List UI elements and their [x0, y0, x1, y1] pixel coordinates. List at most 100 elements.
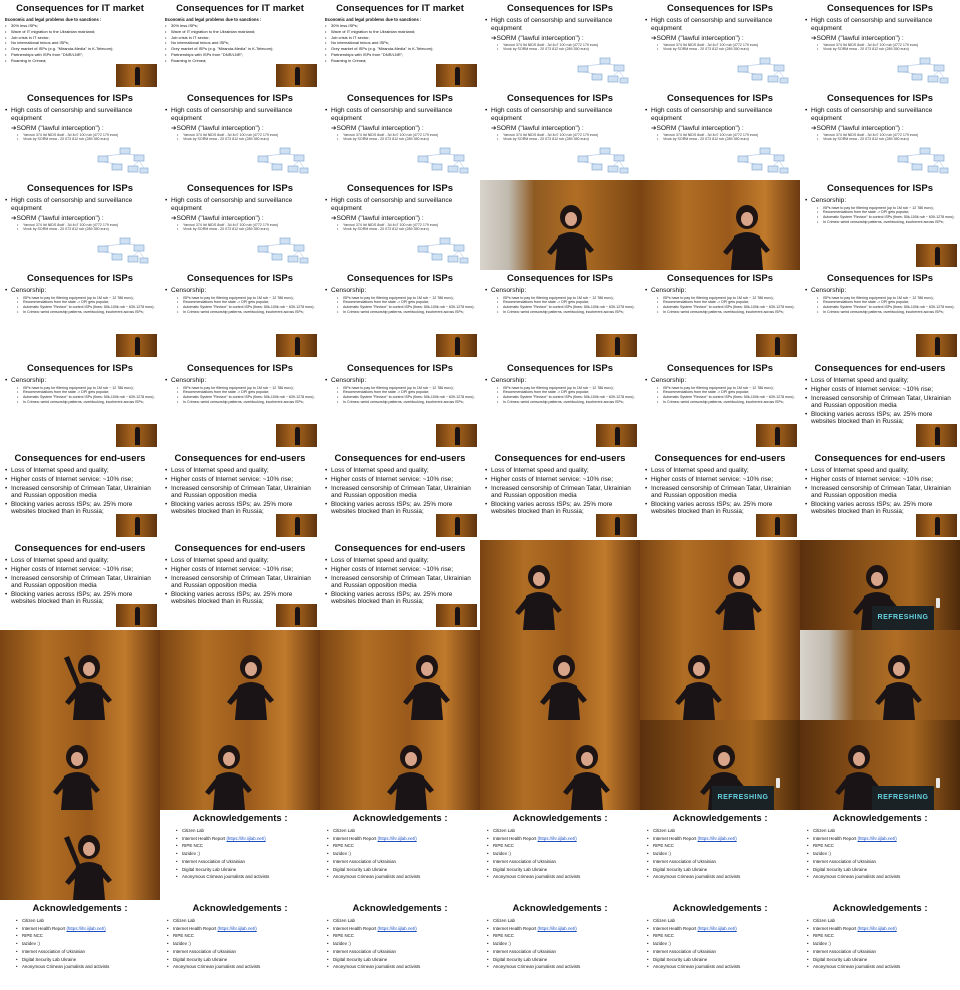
slide-acknowledgements: Acknowledgements : Citizen Lab Internet …	[800, 810, 960, 900]
speaker-photo-frame	[640, 540, 800, 630]
bullet-main: Censorship:	[805, 287, 955, 295]
slide-isp-surveillance: Consequences for ISPs High costs of cens…	[480, 90, 640, 180]
bullet-item: Loss of Internet speed and quality;	[165, 467, 315, 474]
bullet-item: Higher costs of Internet service: ~10% r…	[325, 566, 475, 573]
bullet-item: Increased censorship of Crimean Tatar, U…	[325, 575, 475, 589]
bullet-item: Higher costs of Internet service: ~10% r…	[485, 476, 635, 483]
speaker-figure-icon	[715, 565, 762, 630]
sub-bullet-list: Yarovoi 374 ltd NIDS 8odf - 3d 4o7 100 r…	[177, 223, 315, 231]
ack-item: Citizen Lab	[807, 917, 955, 925]
ihr-link[interactable]: (https://ihr.iijlab.net/)	[217, 926, 256, 931]
ack-item: Internet Health Report (https://ihr.iijl…	[807, 925, 955, 933]
speaker-figure-icon	[64, 655, 112, 720]
sorm-heading: SORM ("lawful interception") :	[325, 214, 475, 222]
speaker-figure-icon	[515, 565, 562, 630]
ihr-link[interactable]: (https://ihr.iijlab.net/)	[697, 836, 736, 841]
bullet-item: Increased censorship of Crimean Tatar, U…	[805, 395, 955, 409]
speaker-photo-frame: REFRESHING	[800, 540, 960, 630]
ack-item: RIPE NCC	[487, 932, 635, 940]
acknowledgement-list: Citizen Lab Internet Health Report (http…	[167, 917, 315, 971]
ack-item: Citizen Lab	[327, 917, 475, 925]
bullet-item: Increased censorship of Crimean Tatar, U…	[325, 485, 475, 499]
ack-item: RIPE NCC	[647, 842, 795, 850]
slide-end-users: Consequences for end-users Loss of Inter…	[800, 450, 960, 540]
slide-title: Consequences for ISPs	[506, 93, 614, 104]
slide-title: Consequences for ISPs	[186, 93, 294, 104]
bullet-main: High costs of censorship and surveillanc…	[645, 17, 795, 33]
ack-item: Digital Security Lab Ukraine	[487, 956, 635, 964]
slide-acknowledgements: Acknowledgements : Citizen Lab Internet …	[800, 900, 960, 990]
slide-title: Consequences for ISPs	[506, 363, 614, 374]
slide-end-users: Consequences for end-users Loss of Inter…	[0, 450, 160, 540]
slide-title: Acknowledgements :	[832, 813, 928, 824]
ihr-link[interactable]: (https://ihr.iijlab.net/)	[857, 926, 896, 931]
ihr-link[interactable]: (https://ihr.iijlab.net/)	[377, 926, 416, 931]
ihr-link[interactable]: (https://ihr.iijlab.net/)	[697, 926, 736, 931]
slide-title: Acknowledgements :	[672, 813, 768, 824]
slide-acknowledgements: Acknowledgements : Citizen Lab Internet …	[0, 900, 160, 990]
bullet-item: Higher costs of Internet service: ~10% r…	[165, 566, 315, 573]
slide-end-users: Consequences for end-users Loss of Inter…	[800, 360, 960, 450]
bullet-item: Loss of Internet speed and quality;	[805, 467, 955, 474]
acknowledgement-list: Citizen Lab Internet Health Report (http…	[327, 917, 475, 971]
speaker-thumbnail	[596, 514, 637, 537]
speaker-photo-frame	[160, 630, 320, 720]
ihr-link[interactable]: (https://ihr.iijlab.net/)	[226, 836, 265, 841]
speaker-photo-frame	[160, 720, 320, 810]
slide-isp-censorship: Consequences for ISPs Censorship: ISPs h…	[0, 360, 160, 450]
ihr-link[interactable]: (https://ihr.iijlab.net/)	[377, 836, 416, 841]
acknowledgement-list: Citizen Lab Internet Health Report (http…	[16, 917, 155, 971]
bullet-main: Censorship:	[485, 377, 635, 385]
bullet-main: High costs of censorship and surveillanc…	[325, 197, 475, 213]
ihr-link[interactable]: (https://ihr.iijlab.net/)	[537, 836, 576, 841]
bullet-item: Increased censorship of Crimean Tatar, U…	[5, 485, 155, 499]
slide-isp-surveillance: Consequences for ISPs High costs of cens…	[0, 180, 160, 270]
ack-item: Anonymous Crimean journalists and activi…	[647, 873, 795, 881]
sub-bullet-list: ISPs have to pay for filtering equipment…	[497, 386, 635, 405]
bullet-main: High costs of censorship and surveillanc…	[165, 197, 315, 213]
acknowledgement-list: Citizen Lab Internet Health Report (http…	[176, 827, 315, 881]
slide-it-market: Consequences for IT market Economic and …	[320, 0, 480, 90]
acknowledgement-list: Citizen Lab Internet Health Report (http…	[647, 917, 795, 971]
slide-title: Consequences for end-users	[174, 543, 306, 554]
bullet-item: Vivok by SORM mwa - 20 073 812 rub (289 …	[657, 47, 795, 51]
bullet-item: Increased censorship of Crimean Tatar, U…	[5, 575, 155, 589]
bullet-main: High costs of censorship and surveillanc…	[485, 107, 635, 123]
bullet-list: Loss of Internet speed and quality; Highe…	[805, 467, 955, 515]
bullet-item: Loss of Internet speed and quality;	[5, 467, 155, 474]
speaker-thumbnail	[116, 64, 157, 87]
slide-acknowledgements: Acknowledgements : Citizen Lab Internet …	[160, 900, 320, 990]
speaker-figure-icon	[53, 745, 100, 810]
slide-title: Acknowledgements :	[192, 813, 288, 824]
network-diagram-icon	[577, 57, 629, 84]
ack-item: Citizen Lab	[327, 827, 475, 835]
acknowledgement-list: Citizen Lab Internet Health Report (http…	[647, 827, 795, 881]
speaker-photo-frame	[480, 720, 640, 810]
speaker-thumbnail	[756, 334, 797, 357]
slide-end-users: Consequences for end-users Loss of Inter…	[160, 450, 320, 540]
bullet-main: High costs of censorship and surveillanc…	[5, 197, 155, 213]
network-diagram-icon	[897, 147, 949, 174]
ack-item: Internet Health Report (https://ihr.iijl…	[647, 925, 795, 933]
ack-item: Citizen Lab	[176, 827, 315, 835]
ack-item: Digital Security Lab Ukraine	[176, 866, 315, 874]
sub-bullet-list: ISPs have to pay for filtering equipment…	[657, 296, 795, 315]
ack-item: Internet Health Report (https://ihr.iijl…	[807, 835, 955, 843]
acknowledgement-list: Citizen Lab Internet Health Report (http…	[807, 827, 955, 881]
ihr-link[interactable]: (https://ihr.iijlab.net/)	[66, 926, 105, 931]
slide-title: Acknowledgements :	[32, 903, 128, 914]
speaker-photo-frame: REFRESHING	[640, 720, 800, 810]
speaker-photo-frame	[480, 630, 640, 720]
slide-isp-surveillance: Consequences for ISPs High costs of cens…	[640, 0, 800, 90]
slide-title: Consequences for IT market	[336, 3, 464, 14]
ack-item: Internet Association of Ukrainian	[807, 948, 955, 956]
ack-item: tazidev :)	[16, 940, 155, 948]
ihr-link[interactable]: (https://ihr.iijlab.net/)	[537, 926, 576, 931]
bullet-item: Vivok by SORM mwa - 20 073 812 rub (289 …	[817, 137, 955, 141]
acknowledgement-list: Citizen Lab Internet Health Report (http…	[487, 917, 635, 971]
acknowledgement-list: Citizen Lab Internet Health Report (http…	[327, 827, 475, 881]
ihr-link[interactable]: (https://ihr.iijlab.net/)	[857, 836, 896, 841]
ack-item: RIPE NCC	[167, 932, 315, 940]
speaker-figure-icon	[675, 655, 722, 720]
ack-item: Internet Association of Ukrainian	[16, 948, 155, 956]
